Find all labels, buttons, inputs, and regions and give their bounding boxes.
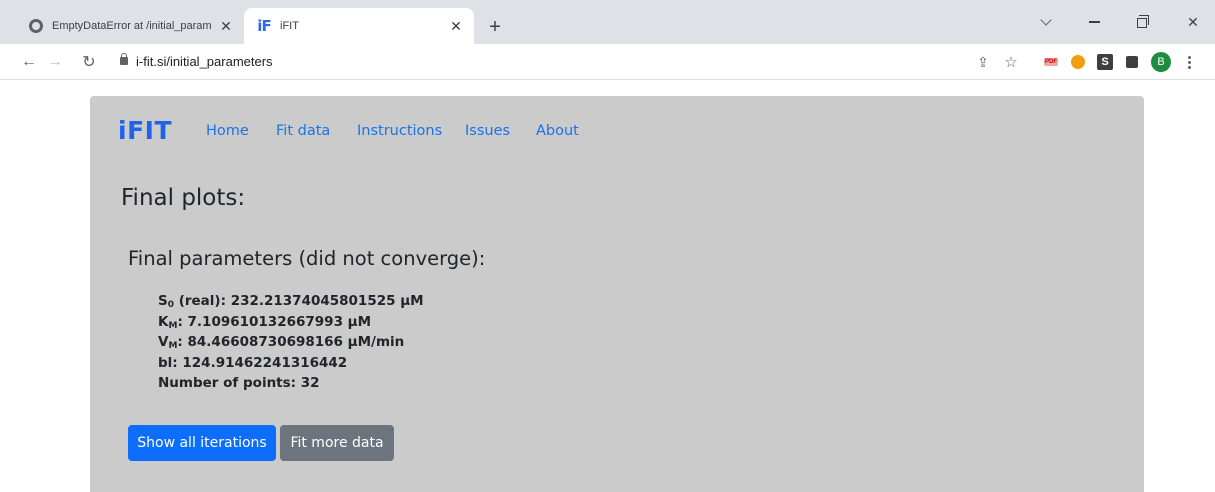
lock-icon[interactable] xyxy=(120,53,128,65)
reload-icon[interactable]: ↻ xyxy=(78,51,100,73)
s-extension-icon[interactable]: S xyxy=(1094,51,1116,73)
page-title: Final plots: xyxy=(121,185,246,211)
parameters-heading: Final parameters (did not converge): xyxy=(128,247,486,270)
close-tab-icon[interactable]: ✕ xyxy=(446,16,466,36)
param-s0: S0 (real): 232.21374045801525 µM xyxy=(158,293,424,310)
fit-more-data-button[interactable]: Fit more data xyxy=(280,425,394,461)
forward-arrow-icon[interactable]: → xyxy=(44,51,66,73)
show-all-iterations-button[interactable]: Show all iterations xyxy=(128,425,276,461)
param-bl: bl: 124.91462241316442 xyxy=(158,354,348,371)
new-tab-button[interactable]: + xyxy=(484,16,506,38)
restore-window-button[interactable] xyxy=(1129,10,1155,34)
tab-title: iFIT xyxy=(280,20,299,32)
url-text[interactable]: i-fit.si/initial_parameters xyxy=(136,54,273,69)
bookmark-star-icon[interactable]: ☆ xyxy=(1000,51,1022,73)
clock-extension-icon[interactable] xyxy=(1067,51,1089,73)
pdf-extension-icon[interactable]: PDF xyxy=(1040,51,1062,73)
close-window-button[interactable]: ✕ xyxy=(1180,10,1206,34)
browser-menu-icon[interactable] xyxy=(1178,51,1200,73)
nav-fit-data[interactable]: Fit data xyxy=(276,123,330,139)
tab-strip: EmptyDataError at /initial_param ✕ iF iF… xyxy=(0,0,1215,44)
tab-search-chevron-icon[interactable] xyxy=(1033,10,1059,34)
param-vm: VM: 84.46608730698166 µM/min xyxy=(158,334,405,351)
page-container: iFIT Home Fit data Instructions Issues A… xyxy=(90,96,1144,492)
site-logo[interactable]: iFIT xyxy=(118,116,172,145)
tab-empty-data-error[interactable]: EmptyDataError at /initial_param ✕ xyxy=(16,8,244,44)
nav-instructions[interactable]: Instructions xyxy=(357,123,442,139)
extensions-puzzle-icon[interactable] xyxy=(1121,51,1143,73)
back-arrow-icon[interactable]: ← xyxy=(18,51,40,73)
nav-about[interactable]: About xyxy=(536,123,579,139)
close-tab-icon[interactable]: ✕ xyxy=(216,16,236,36)
address-bar[interactable]: i-fit.si/initial_parameters xyxy=(104,48,1190,76)
tab-title: EmptyDataError at /initial_param xyxy=(52,20,212,32)
nav-home[interactable]: Home xyxy=(206,123,249,139)
tab-ifit[interactable]: iF iFIT ✕ xyxy=(244,8,474,44)
parameters-list: S0 (real): 232.21374045801525 µM KM: 7.1… xyxy=(158,291,424,394)
param-km: KM: 7.109610132667993 µM xyxy=(158,313,372,331)
share-icon[interactable]: ⇪ xyxy=(972,51,994,73)
profile-avatar[interactable]: B xyxy=(1150,51,1172,73)
param-points: Number of points: 32 xyxy=(158,375,320,391)
minimize-window-button[interactable] xyxy=(1081,10,1107,34)
browser-toolbar: ← → ↻ i-fit.si/initial_parameters ⇪ ☆ PD… xyxy=(0,44,1215,80)
ifit-favicon-icon: iF xyxy=(257,17,271,35)
nav-issues[interactable]: Issues xyxy=(465,123,510,139)
globe-icon xyxy=(28,18,44,34)
